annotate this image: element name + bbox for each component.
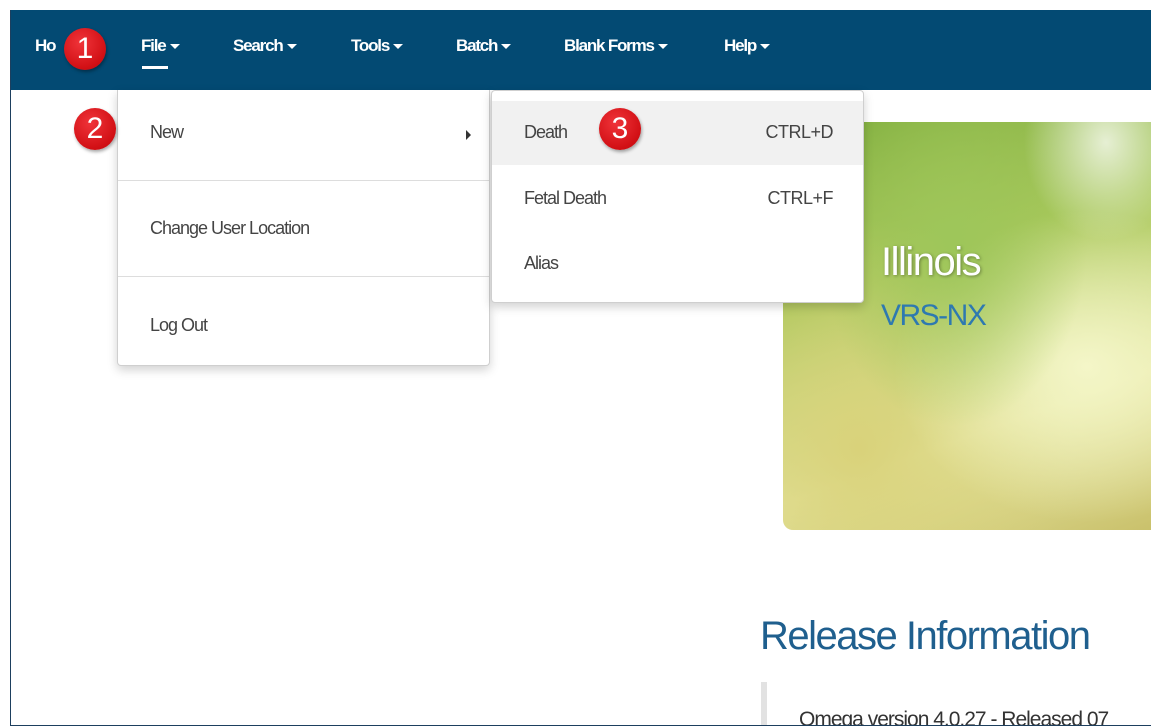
menu-item-change-user-location[interactable]: Change User Location [118, 181, 489, 276]
release-quote-bar [761, 682, 767, 725]
top-navbar: Ho File Search Tools Batch Blank Forms H… [11, 10, 1151, 90]
nav-file-label: File [141, 36, 167, 55]
nav-blank-forms-menu[interactable]: Blank Forms [564, 36, 668, 56]
nav-search-menu[interactable]: Search [233, 36, 297, 56]
nav-help-menu[interactable]: Help [724, 36, 771, 56]
caret-down-icon [501, 44, 512, 50]
submenu-item-fetal-death-label: Fetal Death [524, 188, 607, 208]
caret-right-icon [466, 130, 471, 140]
release-version-text: Omega version 4.0.27 - Released 07 [799, 708, 1109, 726]
new-submenu: Death CTRL+D Fetal Death CTRL+F Alias [491, 90, 864, 303]
nav-help-label: Help [724, 36, 757, 55]
release-info-heading: Release Information [760, 614, 1091, 658]
active-menu-indicator [142, 66, 168, 69]
step-badge-1: 1 [64, 28, 106, 70]
caret-down-icon [169, 44, 180, 50]
app-frame: Ho File Search Tools Batch Blank Forms H… [10, 10, 1151, 726]
nav-tools-label: Tools [351, 36, 390, 55]
nav-home[interactable]: Ho [35, 36, 56, 56]
nav-blank-forms-label: Blank Forms [564, 36, 655, 55]
submenu-item-alias[interactable]: Alias [492, 235, 863, 295]
step-badge-2: 2 [74, 108, 116, 150]
nav-home-label: Ho [35, 36, 56, 55]
caret-down-icon [657, 44, 668, 50]
caret-down-icon [760, 44, 771, 50]
menu-item-log-out-label: Log Out [150, 315, 208, 335]
menu-item-new-label: New [150, 122, 184, 142]
menu-item-change-location-label: Change User Location [150, 218, 310, 238]
nav-batch-label: Batch [456, 36, 498, 55]
file-dropdown-menu: New Change User Location Log Out [117, 90, 490, 366]
submenu-item-death-label: Death [524, 122, 568, 142]
submenu-item-alias-label: Alias [524, 253, 559, 273]
step-badge-3: 3 [599, 108, 641, 150]
nav-search-label: Search [233, 36, 284, 55]
shortcut-ctrl-f: CTRL+F [767, 188, 833, 208]
menu-item-log-out[interactable]: Log Out [118, 277, 489, 365]
submenu-item-death[interactable]: Death CTRL+D [492, 101, 863, 165]
shortcut-ctrl-d: CTRL+D [765, 122, 833, 142]
nav-tools-menu[interactable]: Tools [351, 36, 404, 56]
caret-down-icon [286, 44, 297, 50]
nav-file-menu[interactable]: File [141, 36, 180, 56]
nav-batch-menu[interactable]: Batch [456, 36, 512, 56]
menu-item-new[interactable]: New [118, 90, 489, 180]
hero-subtitle: VRS-NX [881, 299, 987, 332]
submenu-item-fetal-death[interactable]: Fetal Death CTRL+F [492, 167, 863, 231]
caret-down-icon [393, 44, 404, 50]
hero-title: Illinois [881, 240, 982, 284]
